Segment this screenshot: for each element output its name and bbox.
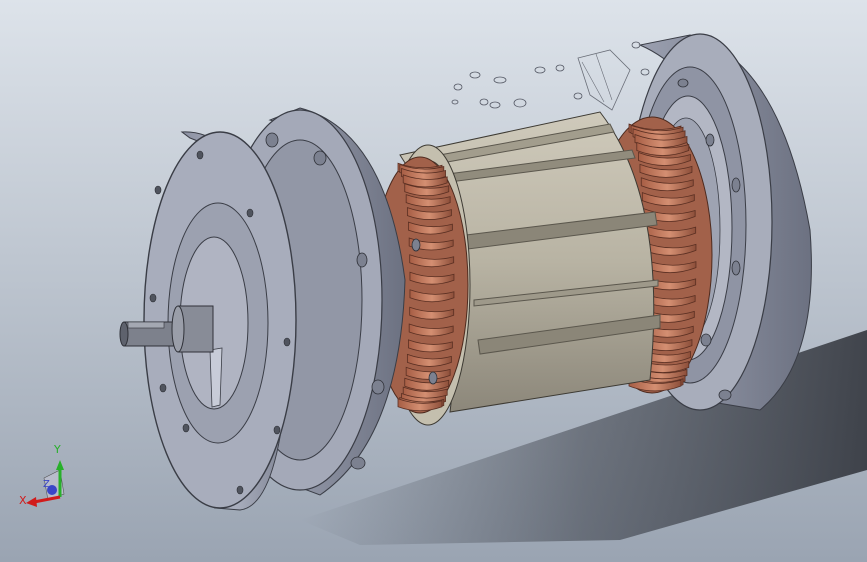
triad-x-label: X [19, 494, 27, 507]
front-flange [143, 131, 297, 511]
triad-y-label: Y [54, 443, 61, 456]
cad-viewport[interactable]: Y X Z [0, 0, 867, 562]
triad-z-label: Z [43, 479, 50, 490]
motor-assembly-render [0, 0, 867, 562]
